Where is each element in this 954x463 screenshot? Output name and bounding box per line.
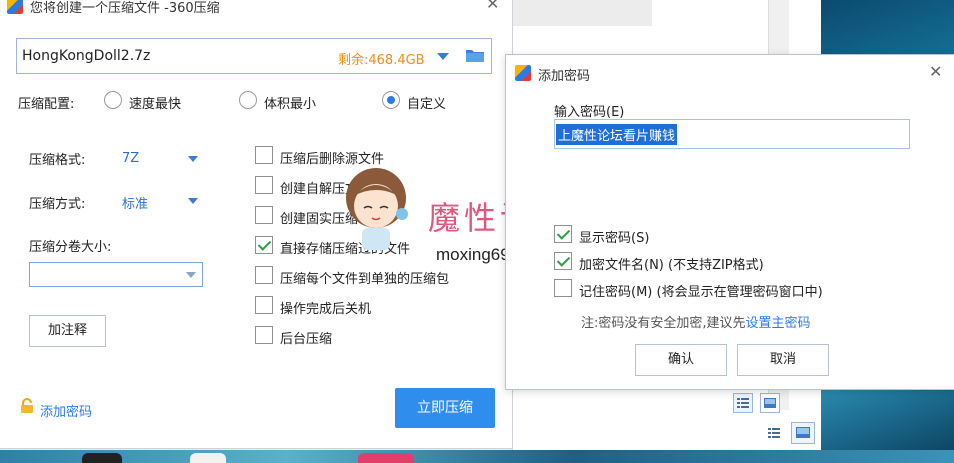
encrypt-filenames-checkbox[interactable] [554, 252, 572, 270]
add-password-link[interactable]: 添加密码 [40, 401, 92, 420]
confirm-button[interactable]: 确认 [635, 344, 727, 376]
thumbnail-view-icon[interactable] [760, 393, 780, 413]
chevron-down-icon[interactable] [188, 156, 198, 162]
details-view-icon[interactable] [764, 423, 784, 443]
radio-custom-label[interactable]: 自定义 [407, 93, 446, 112]
add-comment-button[interactable]: 加注释 [29, 315, 106, 347]
add-password-dialog: 添加密码 ✕ 输入密码(E) 上魔性论坛看片赚钱 显示密码(S) 加密文件名(N… [505, 54, 954, 390]
close-icon[interactable]: ✕ [486, 0, 499, 12]
details-view-icon[interactable] [733, 393, 753, 413]
title-bar: 您将创建一个压缩文件 -360压缩 ✕ [0, 0, 512, 18]
format-select[interactable]: 7Z [122, 151, 139, 166]
security-note: 注:密码没有安全加密,建议先 [581, 316, 746, 331]
method-select[interactable]: 标准 [122, 193, 148, 212]
radio-fastest-label[interactable]: 速度最快 [129, 93, 181, 112]
taskbar-app-icon[interactable] [82, 453, 122, 463]
opt-store-compressed-checkbox[interactable] [255, 236, 273, 254]
opt-shutdown-checkbox[interactable] [255, 296, 273, 314]
radio-smallest[interactable] [239, 91, 257, 109]
chevron-down-icon[interactable] [188, 198, 198, 204]
opt-background-label[interactable]: 后台压缩 [280, 328, 332, 347]
app-icon [515, 65, 531, 81]
password-dialog-title: 添加密码 [538, 69, 591, 84]
format-label: 压缩格式: [29, 153, 86, 168]
opt-sfx-checkbox[interactable] [255, 176, 273, 194]
radio-fastest[interactable] [104, 91, 122, 109]
free-space-label: 剩余:468.4GB [338, 53, 425, 68]
opt-solid-checkbox[interactable] [255, 206, 273, 224]
config-label: 压缩配置: [18, 97, 75, 112]
thumbnail-view-icon[interactable] [791, 422, 815, 444]
show-password-label[interactable]: 显示密码(S) [579, 227, 649, 246]
show-password-checkbox[interactable] [554, 225, 572, 243]
method-label: 压缩方式: [29, 197, 86, 212]
password-value[interactable]: 上魔性论坛看片赚钱 [556, 124, 678, 145]
archive-path-field[interactable]: HongKongDoll2.7z 剩余:468.4GB [16, 38, 492, 74]
security-note-row: 注:密码没有安全加密,建议先设置主密码 [581, 312, 811, 331]
opt-background-checkbox[interactable] [255, 326, 273, 344]
cancel-button[interactable]: 取消 [737, 344, 829, 376]
opt-separate-archives-label[interactable]: 压缩每个文件到单独的压缩包 [280, 268, 449, 287]
opt-delete-source-checkbox[interactable] [255, 146, 273, 164]
radio-smallest-label[interactable]: 体积最小 [264, 93, 316, 112]
split-size-combo[interactable] [29, 262, 203, 287]
chevron-down-icon[interactable] [186, 272, 196, 278]
set-master-password-link[interactable]: 设置主密码 [746, 316, 811, 331]
password-input-label: 输入密码(E) [554, 105, 625, 120]
app-icon [7, 0, 23, 14]
split-label: 压缩分卷大小: [29, 240, 112, 255]
opt-separate-archives-checkbox[interactable] [255, 266, 273, 284]
opt-shutdown-label[interactable]: 操作完成后关机 [280, 298, 371, 317]
folder-icon[interactable] [465, 48, 485, 63]
compress-now-button[interactable]: 立即压缩 [395, 388, 495, 428]
taskbar-strip [0, 450, 954, 463]
taskbar-app-icon[interactable] [190, 453, 226, 463]
archive-name[interactable]: HongKongDoll2.7z [22, 48, 150, 64]
remember-password-checkbox[interactable] [554, 279, 572, 297]
taskbar-app-icon[interactable] [358, 453, 414, 463]
radio-custom[interactable] [382, 91, 400, 109]
lock-icon[interactable] [19, 398, 35, 414]
background-window-header [512, 0, 652, 26]
encrypt-filenames-label[interactable]: 加密文件名(N) (不支持ZIP格式) [579, 254, 764, 273]
close-icon[interactable]: ✕ [929, 64, 942, 80]
cartoon-girl-icon [346, 168, 408, 250]
password-input[interactable]: 上魔性论坛看片赚钱 [554, 119, 910, 149]
dialog-title: 您将创建一个压缩文件 -360压缩 [30, 1, 220, 16]
remember-password-label[interactable]: 记住密码(M) (将会显示在管理密码窗口中) [579, 281, 823, 300]
chevron-down-icon[interactable] [437, 53, 449, 60]
